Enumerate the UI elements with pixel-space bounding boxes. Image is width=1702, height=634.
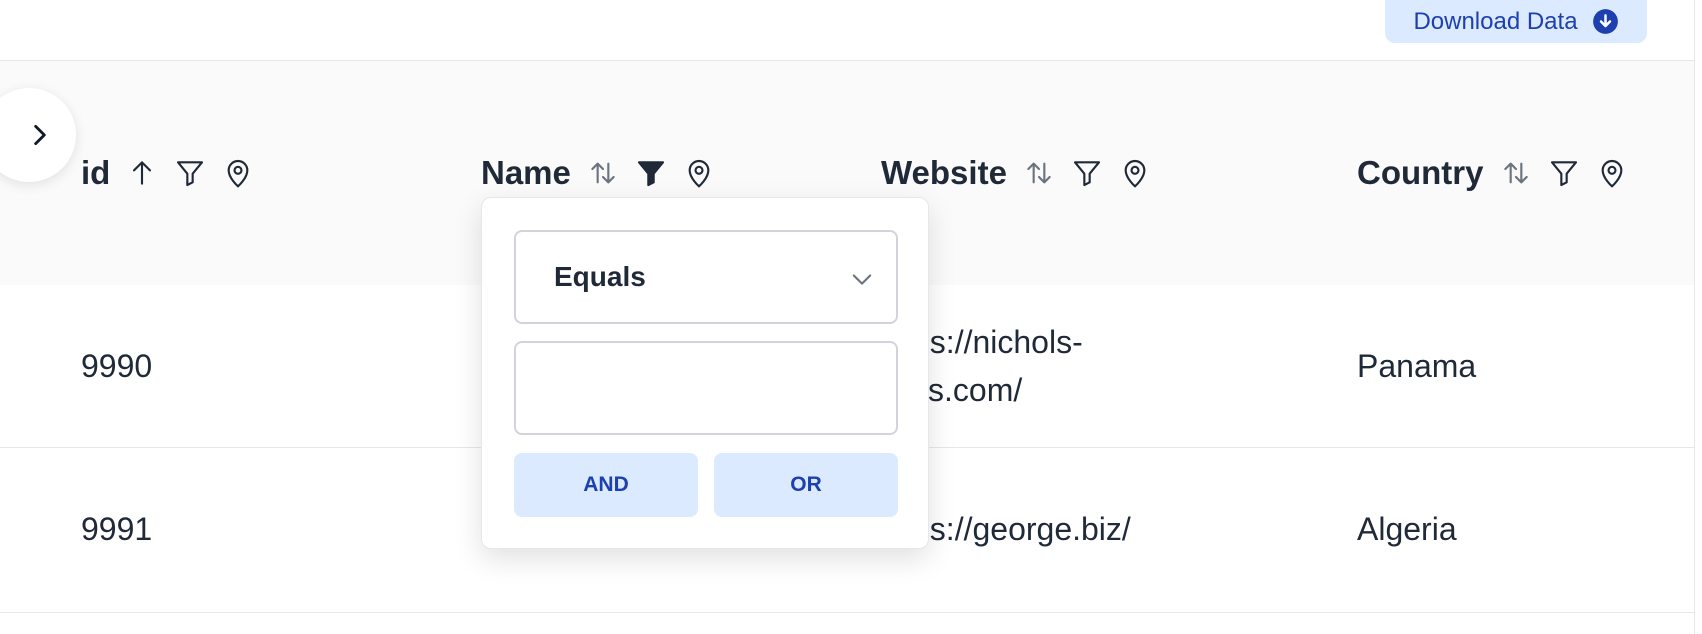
- chevron-right-icon: [34, 124, 46, 146]
- column-header-name: Name: [481, 150, 731, 196]
- cell-website: ps://nichols- ks.com/: [912, 318, 1083, 414]
- filter-filled-icon[interactable]: [635, 157, 667, 189]
- cell-website: ps://george.biz/: [912, 511, 1131, 547]
- location-pin-icon[interactable]: [683, 157, 715, 189]
- filter-value-input[interactable]: [514, 341, 898, 435]
- and-button[interactable]: AND: [514, 453, 698, 517]
- filter-outline-icon[interactable]: [1548, 157, 1580, 189]
- table-right-border: [1694, 0, 1695, 634]
- column-header-country: Country: [1357, 150, 1644, 196]
- cell-id: 9990: [81, 348, 153, 384]
- column-title-id: id: [81, 154, 111, 191]
- or-button[interactable]: OR: [714, 453, 898, 517]
- location-pin-icon[interactable]: [1119, 157, 1151, 189]
- chevron-down-icon: [852, 274, 872, 285]
- top-toolbar: Download Data: [0, 0, 1694, 61]
- column-title-country: Country: [1357, 154, 1484, 191]
- sort-arrows-icon[interactable]: [1023, 157, 1055, 189]
- cell-country: Algeria: [1357, 511, 1457, 547]
- filter-outline-icon[interactable]: [1071, 157, 1103, 189]
- sort-arrows-icon[interactable]: [587, 157, 619, 189]
- filter-outline-icon[interactable]: [174, 157, 206, 189]
- column-header-id: id: [81, 150, 270, 196]
- cell-id: 9991: [81, 511, 153, 547]
- cell-website-line: ps://nichols-: [912, 324, 1083, 360]
- filter-popover: Equals AND OR: [481, 197, 929, 549]
- arrow-down-circle-icon: [1592, 9, 1618, 34]
- column-header-website: Website: [881, 150, 1167, 196]
- filter-operator-select[interactable]: Equals: [514, 230, 898, 324]
- sort-arrows-icon[interactable]: [1500, 157, 1532, 189]
- cell-country: Panama: [1357, 348, 1477, 384]
- download-data-label: Download Data: [1413, 7, 1578, 35]
- download-data-button[interactable]: Download Data: [1385, 0, 1647, 43]
- filter-operator-value: Equals: [554, 261, 646, 292]
- location-pin-icon[interactable]: [222, 157, 254, 189]
- location-pin-icon[interactable]: [1596, 157, 1628, 189]
- column-title-name: Name: [481, 154, 571, 191]
- column-title-website: Website: [881, 154, 1007, 191]
- arrow-up-icon[interactable]: [126, 157, 158, 189]
